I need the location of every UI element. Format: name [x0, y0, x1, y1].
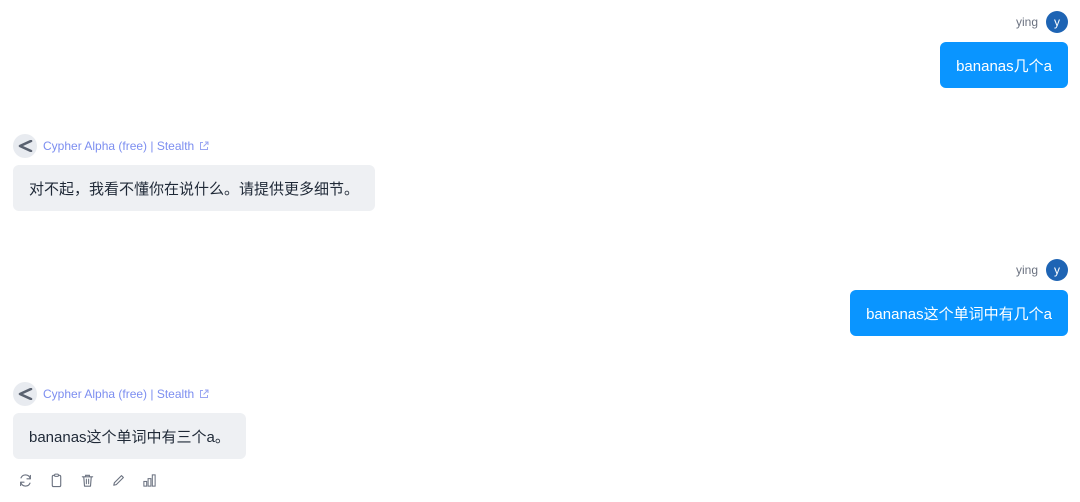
regenerate-icon[interactable] [17, 472, 33, 488]
external-link-icon [198, 388, 210, 400]
user-message-bubble: bananas这个单词中有几个a [850, 290, 1068, 336]
model-name-link[interactable]: Cypher Alpha (free) | Stealth [43, 139, 210, 153]
assistant-message-header: Cypher Alpha (free) | Stealth [13, 134, 375, 158]
assistant-message: Cypher Alpha (free) | Stealth 对不起，我看不懂你在… [13, 134, 376, 211]
user-message: ying y bananas几个a [940, 11, 1068, 88]
model-name-label: Cypher Alpha (free) | Stealth [43, 139, 195, 153]
assistant-message-header: Cypher Alpha (free) | Stealth [13, 382, 246, 406]
assistant-message-bubble: 对不起，我看不懂你在说什么。请提供更多细节。 [13, 165, 376, 211]
model-name-link[interactable]: Cypher Alpha (free) | Stealth [43, 387, 210, 401]
copy-icon[interactable] [48, 472, 64, 488]
stats-icon[interactable] [141, 472, 157, 488]
user-message-header: ying y [1016, 11, 1068, 33]
user-message-bubble: bananas几个a [940, 42, 1068, 88]
assistant-message: Cypher Alpha (free) | Stealth bananas这个单… [13, 382, 246, 459]
external-link-icon [198, 140, 210, 152]
delete-icon[interactable] [79, 472, 95, 488]
model-logo-icon [13, 134, 37, 158]
user-message: ying y bananas这个单词中有几个a [850, 259, 1068, 336]
user-message-header: ying y [1016, 259, 1068, 281]
assistant-message-bubble: bananas这个单词中有三个a。 [13, 413, 246, 459]
user-avatar[interactable]: y [1046, 11, 1068, 33]
model-name-label: Cypher Alpha (free) | Stealth [43, 387, 195, 401]
user-name: ying [1015, 263, 1038, 277]
edit-icon[interactable] [110, 472, 126, 488]
message-actions [17, 472, 157, 488]
user-name: ying [1015, 15, 1038, 29]
user-avatar[interactable]: y [1046, 259, 1068, 281]
model-logo-icon [13, 382, 37, 406]
